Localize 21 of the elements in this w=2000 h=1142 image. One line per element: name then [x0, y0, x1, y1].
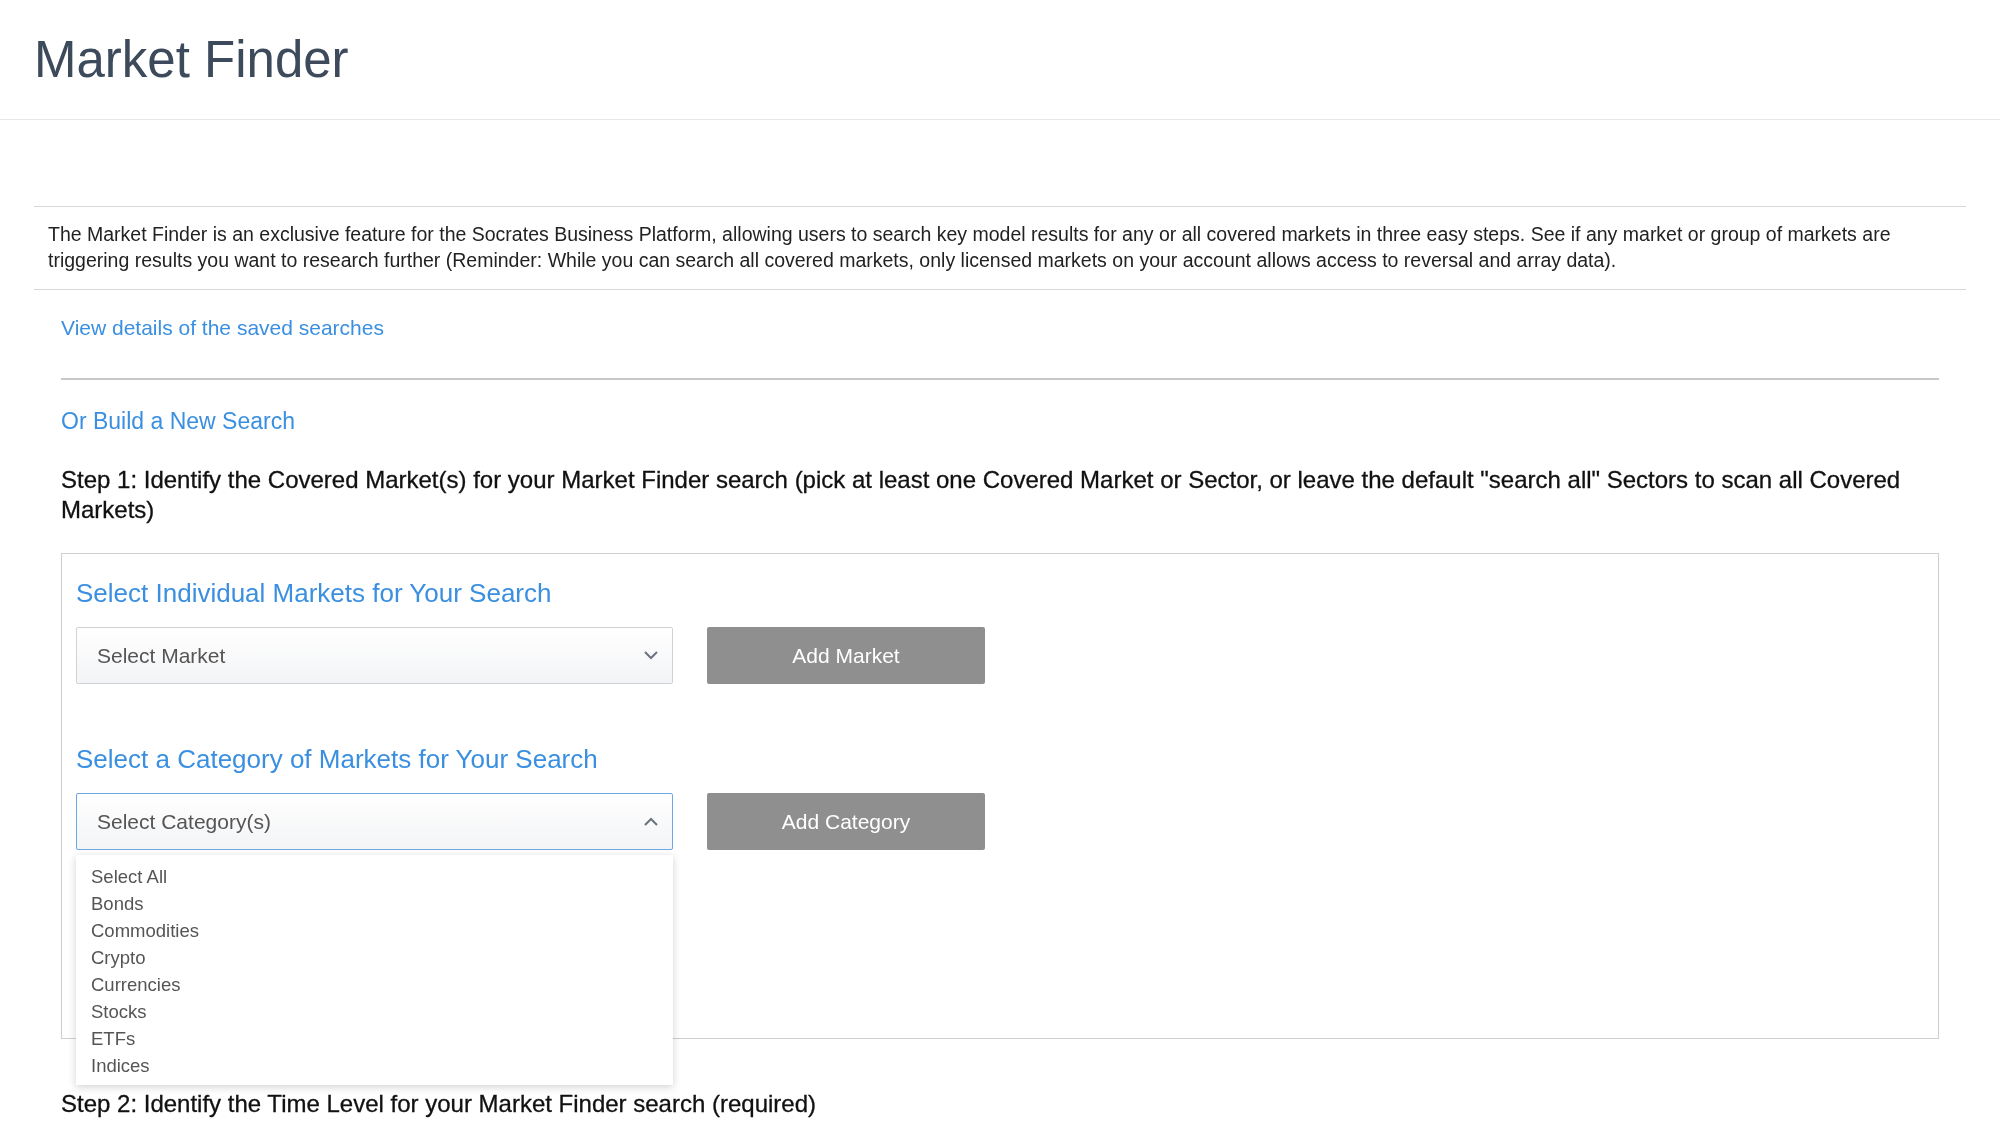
dropdown-option[interactable]: Select All — [76, 863, 673, 890]
chevron-icon — [644, 817, 658, 826]
dropdown-option[interactable]: Indices — [76, 1052, 673, 1079]
dropdown-option[interactable]: Stocks — [76, 998, 673, 1025]
dropdown-option[interactable]: Commodities — [76, 917, 673, 944]
panel-heading: Select a Category of Markets for Your Search — [76, 744, 599, 775]
dropdown-select[interactable]: Select Market — [76, 627, 673, 684]
dropdown-option[interactable]: Crypto — [76, 944, 673, 971]
dropdown-placeholder: Select Category(s) — [97, 809, 271, 834]
dropdown-option[interactable]: Bonds — [76, 890, 673, 917]
dropdown-option[interactable]: ETFs — [76, 1025, 673, 1052]
dropdown-select[interactable]: Select Category(s) — [76, 793, 673, 850]
chevron-icon — [644, 651, 658, 660]
dropdown-placeholder: Select Market — [97, 643, 226, 668]
section-heading: Or Build a New Search — [61, 408, 296, 435]
step-instruction: Step 2: Identify the Time Level for your Market Finder search (required) — [61, 1089, 817, 1119]
panel-heading: Select Individual Markets for Your Search — [76, 578, 553, 609]
dropdown-option[interactable]: Currencies — [76, 971, 673, 998]
step-instruction: Step 1: Identify the Covered Market(s) for your Market Finder search (pick at least one Covered Market or Sector, or leave the default "search all" Sectors to scan all Covered Markets) — [61, 465, 1902, 525]
page-title: Market Finder — [34, 30, 349, 89]
intro-paragraph: The Market Finder is an exclusive feature for the Socrates Business Platform, allowing users to search key model results for any or all covered markets in three easy steps. See if any market or group of markets are triggering results you want to research further (Reminder: While you can search all covered markets, only licensed markets on your account allows access to reversal and array data). — [34, 206, 1966, 290]
